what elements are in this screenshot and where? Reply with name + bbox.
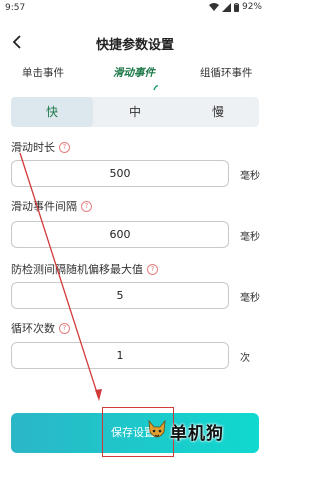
help-icon[interactable]: ? xyxy=(81,200,92,212)
random-offset-label-text: 防检测间隔随机偏移最大值 xyxy=(11,263,143,276)
wifi-icon xyxy=(208,2,219,11)
random-offset-input[interactable]: 5 xyxy=(11,282,229,309)
speed-option-medium[interactable]: 中 xyxy=(94,97,176,127)
battery-icon xyxy=(233,2,239,12)
swipe-duration-label-text: 滑动时长 xyxy=(11,141,55,154)
active-tab-indicator xyxy=(153,85,159,91)
swipe-interval-unit: 毫秒 xyxy=(240,232,260,243)
loop-count-input[interactable]: 1 xyxy=(11,342,229,369)
swipe-interval-label: 滑动事件间隔 ? xyxy=(11,198,92,214)
swipe-interval-label-text: 滑动事件间隔 xyxy=(11,200,77,213)
watermark: 单机狗 xyxy=(146,418,224,444)
loop-count-unit: 次 xyxy=(240,353,250,364)
help-icon[interactable]: ? xyxy=(147,263,158,275)
speed-option-slow[interactable]: 慢 xyxy=(177,97,259,127)
signal-icon xyxy=(221,2,231,12)
loop-count-label: 循环次数 ? xyxy=(11,320,70,336)
swipe-duration-input[interactable]: 500 xyxy=(11,160,229,187)
help-icon[interactable]: ? xyxy=(59,141,70,153)
tab-click-event[interactable]: 单击事件 xyxy=(22,65,64,80)
event-tabs: 单击事件 滑动事件 组循环事件 xyxy=(0,65,270,91)
swipe-duration-label: 滑动时长 ? xyxy=(11,139,70,155)
header: 快捷参数设置 xyxy=(0,30,270,54)
random-offset-unit: 毫秒 xyxy=(240,293,260,304)
page-title: 快捷参数设置 xyxy=(95,38,174,53)
tab-group-loop-event[interactable]: 组循环事件 xyxy=(200,65,253,80)
speed-option-fast[interactable]: 快 xyxy=(11,97,93,127)
speed-selector: 快 中 慢 xyxy=(11,97,259,127)
help-icon[interactable]: ? xyxy=(59,322,70,334)
dog-logo-icon xyxy=(148,419,166,438)
swipe-duration-unit: 毫秒 xyxy=(240,171,260,182)
status-icons: 92% xyxy=(208,2,262,12)
loop-count-label-text: 循环次数 xyxy=(11,322,55,335)
status-bar: 9:57 92% xyxy=(0,0,270,16)
status-time: 9:57 xyxy=(5,3,26,13)
watermark-text: 单机狗 xyxy=(170,423,224,444)
random-offset-label: 防检测间隔随机偏移最大值 ? xyxy=(11,261,158,277)
swipe-interval-input[interactable]: 600 xyxy=(11,221,229,248)
battery-percent: 92% xyxy=(241,2,262,12)
tab-swipe-event[interactable]: 滑动事件 xyxy=(113,65,155,80)
